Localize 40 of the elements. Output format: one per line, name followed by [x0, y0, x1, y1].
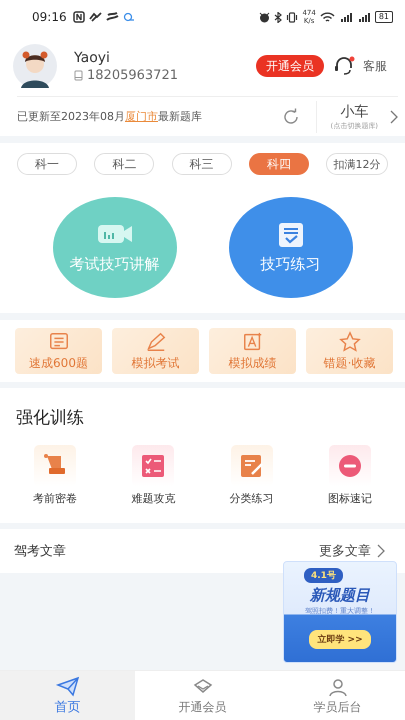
- subject-tab[interactable]: 扣满12分: [326, 153, 388, 175]
- learn-now-button[interactable]: 立即学 >>: [309, 630, 371, 649]
- paper-plane-icon: [56, 675, 80, 697]
- subject-tab[interactable]: 科二: [94, 153, 154, 175]
- date-badge: 4.1号: [304, 568, 343, 583]
- bluetooth-icon: [274, 12, 282, 22]
- more-articles-link[interactable]: 更多文章: [319, 542, 371, 560]
- training-item[interactable]: 考前密卷: [33, 491, 78, 506]
- update-notice: 已更新至2023年08月 厦门市最新题库: [17, 109, 203, 124]
- wifi-icon: [320, 12, 335, 22]
- phone-number: 18205963721: [87, 68, 178, 82]
- headset-icon[interactable]: [334, 56, 355, 76]
- phone-icon: [74, 70, 83, 80]
- pencil-icon: [144, 330, 166, 352]
- clock-time: 09:16: [32, 10, 67, 24]
- training-item[interactable]: 难题攻克: [131, 491, 176, 506]
- vehicle-selector[interactable]: 小车: [340, 102, 368, 120]
- section-title: 驾考文章: [14, 543, 66, 560]
- promo-title: 新规题目: [310, 586, 370, 605]
- training-item[interactable]: 分类练习: [230, 491, 274, 506]
- vibrate-icon: [286, 12, 298, 22]
- subject-tab[interactable]: 科三: [172, 153, 232, 175]
- grade-icon: [242, 330, 264, 352]
- alarm-icon: [259, 12, 270, 22]
- section-title: 强化训练: [15, 407, 85, 429]
- avatar: [13, 44, 57, 88]
- user-name: Yaoyi: [74, 50, 111, 66]
- training-item[interactable]: 图标速记: [328, 491, 372, 506]
- chevron-right-icon[interactable]: [377, 544, 385, 558]
- signal-icon: [356, 12, 371, 22]
- service-link[interactable]: 客服: [363, 58, 387, 74]
- star-icon: [338, 330, 360, 352]
- nav-tab[interactable]: 首页: [0, 671, 135, 720]
- nfc-icon: [72, 11, 85, 23]
- chevron-right-icon[interactable]: [390, 110, 398, 124]
- refresh-icon[interactable]: [282, 108, 300, 126]
- subject-tab[interactable]: 科一: [17, 153, 77, 175]
- battery-icon: 81: [374, 11, 393, 23]
- vip-button[interactable]: 开通会员: [256, 55, 324, 77]
- signal-icon: [338, 12, 353, 22]
